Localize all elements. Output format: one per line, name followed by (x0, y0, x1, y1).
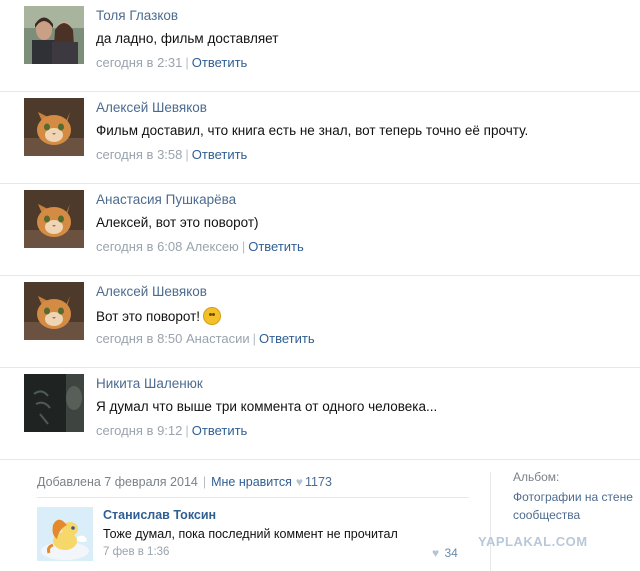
meta-separator: | (252, 331, 257, 346)
comment: Никита Шаленюк Я думал что выше три комм… (0, 368, 640, 460)
avatar[interactable] (37, 507, 93, 561)
album-label: Альбом: (513, 470, 560, 484)
comment-meta: сегодня в 2:31 | Ответить (96, 55, 247, 70)
divider (37, 497, 469, 498)
comment: Анастасия Пушкарёва Алексей, вот это пов… (0, 184, 640, 276)
comment-text: Алексей, вот это поворот) (96, 215, 259, 230)
reply-button[interactable]: Ответить (192, 423, 248, 438)
smile-emoji-icon (203, 307, 222, 325)
comment-author[interactable]: Алексей Шевяков (96, 284, 207, 299)
comment-author[interactable]: Толя Глазков (96, 8, 178, 23)
comment-author[interactable]: Никита Шаленюк (96, 376, 203, 391)
comment: Алексей Шевяков Вот это поворот! сегодня… (0, 276, 640, 368)
heart-icon[interactable]: ♥ (296, 475, 303, 489)
comment-text-content: Вот это поворот! (96, 309, 201, 324)
comment-date[interactable]: сегодня в 8:50 (96, 331, 182, 346)
comment-date[interactable]: сегодня в 3:58 (96, 147, 182, 162)
cat-photo-icon (24, 190, 84, 248)
comment-meta: сегодня в 8:50 Анастасии | Ответить (96, 331, 315, 346)
reply-to-link[interactable]: Анастасии (186, 331, 250, 346)
post-date: Добавлена 7 февраля 2014 (37, 475, 198, 489)
comment: Алексей Шевяков Фильм доставил, что книг… (0, 92, 640, 184)
meta-separator: | (185, 147, 189, 162)
watermark: YAPLAKAL.COM (478, 534, 588, 549)
pony-picture-icon (37, 507, 93, 561)
sub-comment-like-count: 34 (444, 546, 458, 560)
couple-photo-icon (24, 6, 84, 64)
sidebar: Альбом: Фотографии на стене сообщества (490, 470, 640, 571)
comment-date[interactable]: сегодня в 2:31 (96, 55, 182, 70)
avatar[interactable] (24, 98, 84, 156)
reply-button[interactable]: Ответить (192, 147, 248, 162)
comment-text: да ладно, фильм доставляет (96, 31, 279, 46)
meta-separator: | (185, 55, 189, 70)
sub-comment-date[interactable]: 7 фев в 1:36 (103, 546, 169, 558)
comment-meta: сегодня в 9:12 | Ответить (96, 423, 247, 438)
avatar[interactable] (24, 282, 84, 340)
comment-author[interactable]: Алексей Шевяков (96, 100, 207, 115)
like-button[interactable]: Мне нравится (211, 475, 292, 489)
comment: Толя Глазков да ладно, фильм доставляет … (0, 0, 640, 92)
reply-button[interactable]: Ответить (248, 239, 304, 254)
cat-photo-icon (24, 98, 84, 156)
comment-text: Фильм доставил, что книга есть не знал, … (96, 123, 529, 138)
dark-photo-icon (24, 374, 84, 432)
comment-list: Толя Глазков да ладно, фильм доставляет … (0, 0, 640, 460)
like-count[interactable]: 1173 (305, 475, 332, 489)
heart-icon[interactable]: ♥ (432, 546, 439, 560)
avatar[interactable] (24, 374, 84, 432)
reply-button[interactable]: Ответить (192, 55, 248, 70)
meta-separator: | (202, 475, 207, 489)
reply-to-link[interactable]: Алексею (186, 239, 239, 254)
cat-photo-icon (24, 282, 84, 340)
comment-date[interactable]: сегодня в 6:08 (96, 239, 182, 254)
sub-comment-author[interactable]: Станислав Токсин (103, 508, 216, 522)
meta-separator: | (185, 423, 189, 438)
comment-meta: сегодня в 3:58 | Ответить (96, 147, 247, 162)
comment-meta: сегодня в 6:08 Алексею | Ответить (96, 239, 304, 254)
comment-date[interactable]: сегодня в 9:12 (96, 423, 182, 438)
comment-text: Вот это поворот! (96, 307, 222, 325)
comment-text: Я думал что выше три коммента от одного … (96, 399, 438, 414)
avatar[interactable] (24, 190, 84, 248)
album-link[interactable]: Фотографии на стене сообщества (513, 488, 640, 524)
avatar[interactable] (24, 6, 84, 64)
sub-comment-text: Тоже думал, пока последний коммент не пр… (103, 527, 398, 541)
post-meta: Добавлена 7 февраля 2014 | Мне нравится ♥ 11… (37, 475, 332, 489)
comment-author[interactable]: Анастасия Пушкарёва (96, 192, 236, 207)
reply-button[interactable]: Ответить (259, 331, 315, 346)
sub-comment-likes[interactable]: ♥ 34 (432, 546, 458, 560)
meta-separator: | (241, 239, 246, 254)
